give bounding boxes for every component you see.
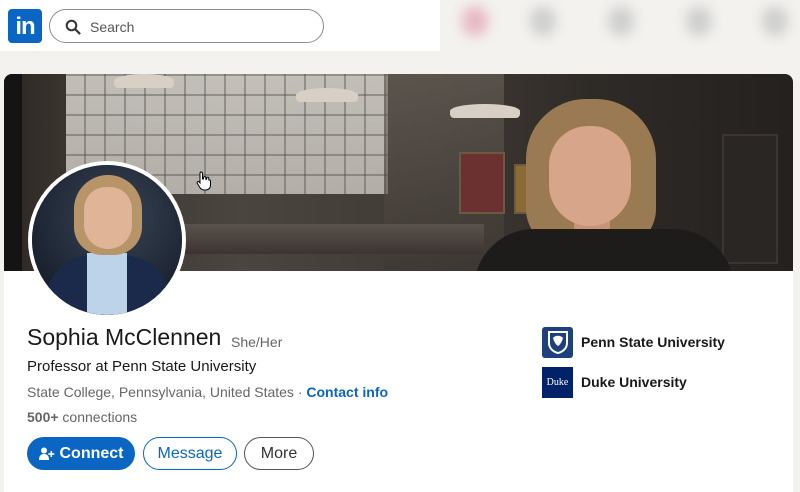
search-box[interactable] [49, 9, 324, 43]
banner-lamp [114, 74, 174, 88]
message-button[interactable]: Message [143, 437, 237, 470]
search-input[interactable] [90, 17, 310, 37]
connections-label: connections [58, 409, 138, 425]
penn-state-shield-icon [542, 326, 573, 358]
school-name: Duke University [581, 374, 687, 390]
nav-blurred-icon[interactable] [462, 6, 488, 36]
search-icon [65, 19, 81, 35]
duke-logo-icon: Duke [542, 366, 573, 398]
top-navbar: in [0, 0, 440, 51]
profile-card: Sophia McClennen She/Her Professor at Pe… [4, 74, 793, 492]
banner-person [474, 94, 734, 271]
profile-headline: Professor at Penn State University [27, 358, 257, 375]
banner-edge [4, 74, 22, 271]
nav-blurred-icon[interactable] [762, 6, 788, 36]
profile-photo[interactable] [28, 161, 186, 319]
add-person-icon [38, 447, 54, 460]
nav-icons-blurred [440, 0, 800, 51]
connections-count: 500+ connections [27, 409, 137, 425]
profile-location: State College, Pennsylvania, United Stat… [27, 384, 294, 400]
connect-button[interactable]: Connect [27, 437, 135, 470]
nav-blurred-icon[interactable] [686, 6, 712, 36]
contact-info-link[interactable]: Contact info [306, 384, 388, 400]
location-separator: · [293, 384, 307, 400]
profile-name: Sophia McClennen [27, 324, 222, 350]
nav-blurred-icon[interactable] [608, 6, 634, 36]
linkedin-logo-icon[interactable]: in [8, 9, 42, 43]
nav-blurred-icon[interactable] [530, 6, 556, 36]
hand-cursor-icon [196, 171, 212, 196]
school-name: Penn State University [581, 334, 725, 350]
profile-pronouns: She/Her [231, 334, 283, 350]
profile-location-row: State College, Pennsylvania, United Stat… [27, 384, 388, 400]
more-button[interactable]: More [244, 437, 314, 470]
education-item-psu[interactable]: Penn State University [542, 326, 725, 358]
connect-label: Connect [59, 444, 124, 462]
education-item-duke[interactable]: Duke Duke University [542, 366, 687, 398]
banner-lamp [296, 88, 358, 102]
connections-number: 500+ [27, 409, 59, 425]
